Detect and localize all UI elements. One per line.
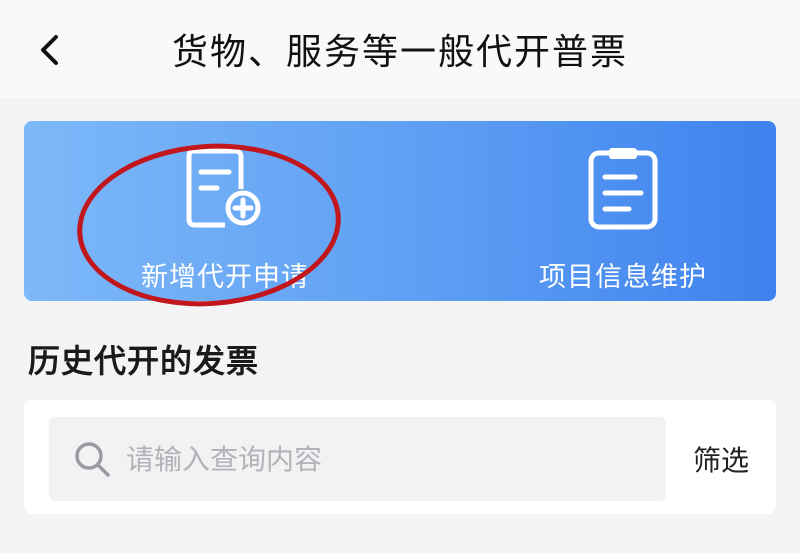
search-input[interactable] <box>126 429 666 489</box>
project-info-maintenance-label: 项目信息维护 <box>539 262 707 293</box>
quick-actions-banner: 新增代开申请 项目信息维护 <box>24 121 776 301</box>
back-button[interactable] <box>22 22 78 78</box>
filter-button[interactable]: 筛选 <box>676 417 766 501</box>
clipboard-list-icon <box>588 148 658 230</box>
search-card: 筛选 <box>24 400 776 514</box>
top-bar: 货物、服务等一般代开普票 <box>0 0 800 98</box>
search-box[interactable] <box>49 417 666 501</box>
new-application-button[interactable]: 新增代开申请 <box>75 121 375 301</box>
project-info-maintenance-button[interactable]: 项目信息维护 <box>473 121 773 301</box>
history-section-title: 历史代开的发票 <box>28 342 260 380</box>
document-add-icon <box>186 148 261 228</box>
new-application-label: 新增代开申请 <box>141 262 309 293</box>
chevron-left-icon <box>41 35 58 65</box>
search-icon <box>75 442 110 477</box>
page-title: 货物、服务等一般代开普票 <box>171 32 628 73</box>
